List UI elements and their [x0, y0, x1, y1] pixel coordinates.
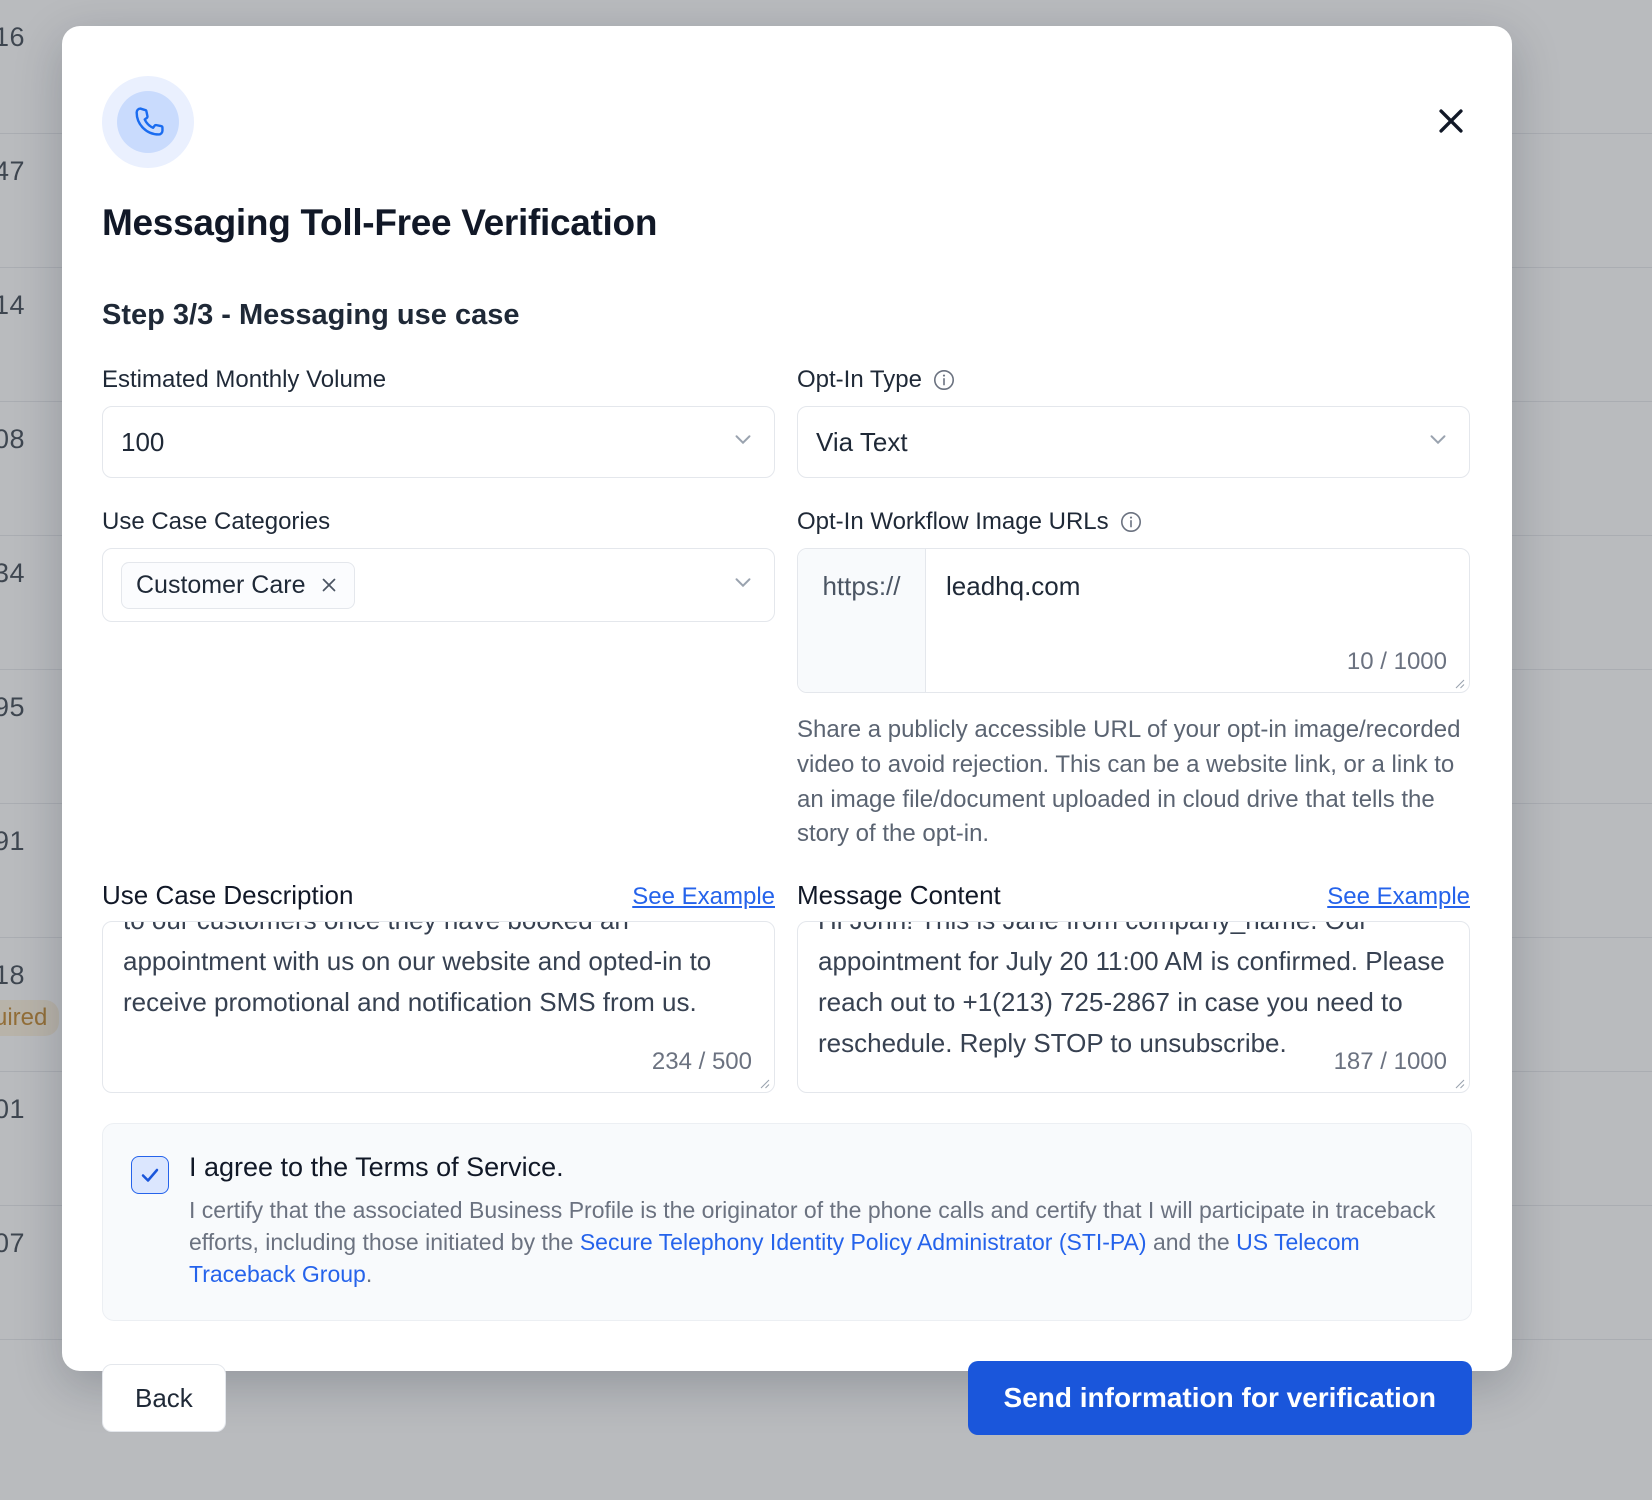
- opt-in-workflow-urls-field: https:// 10 / 1000: [797, 548, 1470, 693]
- close-icon[interactable]: [1434, 104, 1468, 138]
- use-case-description-label: Use Case Description: [102, 880, 353, 911]
- terms-of-service-section: I agree to the Terms of Service. I certi…: [102, 1123, 1472, 1321]
- use-case-description-box[interactable]: to our customers once they have booked a…: [102, 921, 775, 1093]
- message-content-box[interactable]: Hi John! This is Jane from company_name.…: [797, 921, 1470, 1093]
- opt-in-workflow-urls-counter: 10 / 1000: [1347, 648, 1447, 676]
- use-case-description-counter: 234 / 500: [652, 1048, 752, 1076]
- terms-body-part3: .: [366, 1261, 372, 1287]
- sti-pa-link[interactable]: Secure Telephony Identity Policy Adminis…: [580, 1229, 1147, 1255]
- use-case-description-group: Use Case Description See Example to our …: [102, 880, 775, 1093]
- url-prefix-label: https://: [798, 549, 926, 692]
- resize-handle[interactable]: [1451, 675, 1465, 689]
- chevron-down-icon: [1425, 427, 1451, 458]
- use-case-categories-label: Use Case Categories: [102, 508, 775, 536]
- opt-in-type-label-text: Opt-In Type: [797, 366, 922, 394]
- close-x-icon: [1434, 104, 1468, 138]
- message-content-header: Message Content See Example: [797, 880, 1470, 911]
- message-content-see-example-link[interactable]: See Example: [1327, 883, 1470, 911]
- resize-handle[interactable]: [756, 1075, 770, 1089]
- use-case-categories-label-text: Use Case Categories: [102, 508, 330, 536]
- phone-icon-badge: [102, 76, 194, 168]
- chip-remove-icon[interactable]: [318, 574, 340, 596]
- terms-title: I agree to the Terms of Service.: [189, 1152, 1443, 1183]
- step-title: Step 3/3 - Messaging use case: [102, 299, 1472, 332]
- terms-checkbox[interactable]: [131, 1156, 169, 1194]
- opt-in-type-label: Opt-In Type: [797, 366, 1470, 394]
- back-button[interactable]: Back: [102, 1364, 226, 1432]
- estimated-monthly-volume-label: Estimated Monthly Volume: [102, 366, 775, 394]
- chip-label: Customer Care: [136, 571, 306, 600]
- chevron-down-icon: [730, 570, 756, 601]
- modal-footer: Back Send information for verification: [102, 1361, 1472, 1435]
- modal-title: Messaging Toll-Free Verification: [102, 202, 1472, 244]
- chevron-down-icon: [730, 427, 756, 458]
- resize-handle[interactable]: [1451, 1075, 1465, 1089]
- use-case-description-see-example-link[interactable]: See Example: [632, 883, 775, 911]
- send-information-for-verification-button[interactable]: Send information for verification: [968, 1361, 1472, 1435]
- terms-body: I certify that the associated Business P…: [189, 1195, 1443, 1290]
- estimated-monthly-volume-label-text: Estimated Monthly Volume: [102, 366, 386, 394]
- message-content-value: Hi John! This is Jane from company_name.…: [798, 921, 1469, 1064]
- terms-text-block: I agree to the Terms of Service. I certi…: [189, 1152, 1443, 1290]
- form-column-left: Estimated Monthly Volume 100 Use Case Ca…: [102, 366, 775, 852]
- use-case-description-header: Use Case Description See Example: [102, 880, 775, 911]
- opt-in-type-value: Via Text: [816, 427, 908, 458]
- estimated-monthly-volume-select[interactable]: 100: [102, 406, 775, 478]
- use-case-description-value: to our customers once they have booked a…: [103, 921, 774, 1023]
- form-columns: Estimated Monthly Volume 100 Use Case Ca…: [102, 366, 1472, 852]
- estimated-monthly-volume-value: 100: [121, 427, 164, 458]
- opt-in-type-select[interactable]: Via Text: [797, 406, 1470, 478]
- message-content-counter: 187 / 1000: [1334, 1048, 1447, 1076]
- chip-customer-care: Customer Care: [121, 562, 355, 609]
- checkmark-icon: [138, 1163, 162, 1187]
- textarea-row: Use Case Description See Example to our …: [102, 880, 1472, 1093]
- toll-free-verification-modal: Messaging Toll-Free Verification Step 3/…: [62, 26, 1512, 1371]
- phone-icon: [131, 105, 165, 139]
- message-content-group: Message Content See Example Hi John! Thi…: [797, 880, 1470, 1093]
- opt-in-workflow-urls-label-text: Opt-In Workflow Image URLs: [797, 508, 1109, 536]
- phone-icon-inner: [117, 91, 179, 153]
- terms-body-part2: and the: [1147, 1229, 1237, 1255]
- use-case-categories-select[interactable]: Customer Care: [102, 548, 775, 622]
- info-icon[interactable]: [1119, 510, 1143, 534]
- opt-in-workflow-urls-label: Opt-In Workflow Image URLs: [797, 508, 1470, 536]
- info-icon[interactable]: [932, 368, 956, 392]
- message-content-label: Message Content: [797, 880, 1001, 911]
- form-column-right: Opt-In Type Via Text Opt-In Workflow Ima…: [797, 366, 1470, 852]
- opt-in-workflow-urls-help: Share a publicly accessible URL of your …: [797, 713, 1470, 852]
